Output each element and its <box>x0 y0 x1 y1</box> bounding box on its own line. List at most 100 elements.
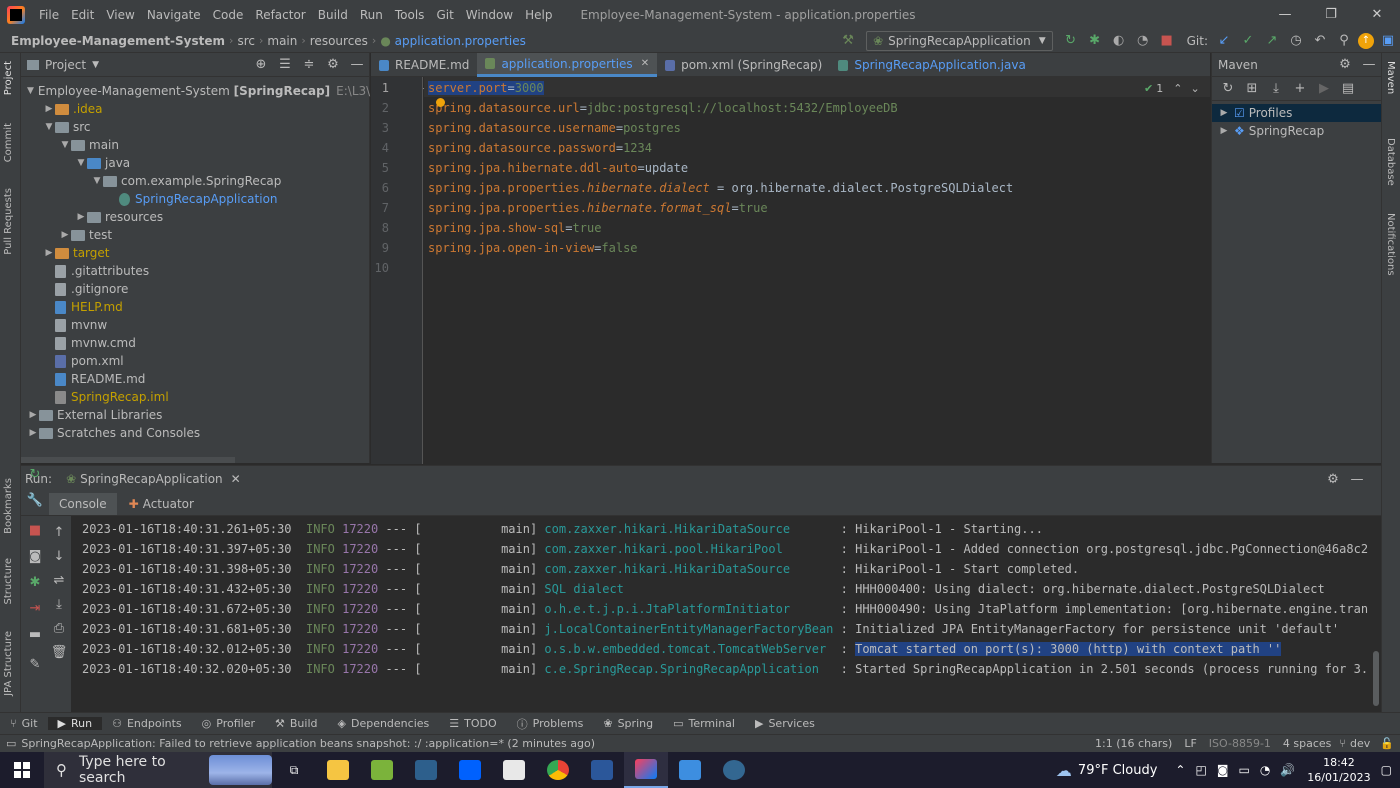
tree-item[interactable]: ▼ java <box>21 154 369 172</box>
lock-icon[interactable]: 🔓 <box>1380 737 1394 750</box>
tree-item[interactable]: SpringRecapApplication <box>21 190 369 208</box>
scroll-end-icon[interactable]: ⤓ <box>49 594 69 614</box>
tree-item[interactable]: ▶ Scratches and Consoles <box>21 424 369 442</box>
hide-icon[interactable]: — <box>1347 469 1367 489</box>
stop-icon[interactable]: ■ <box>25 520 45 540</box>
notifications-tool-label[interactable]: Notifications <box>1385 213 1396 276</box>
actuator-tab[interactable]: Actuator <box>143 497 194 511</box>
close-icon[interactable]: ✕ <box>641 58 649 69</box>
camera-icon[interactable]: ◙ <box>25 546 45 566</box>
tool-tab-git[interactable]: ⑂ Git <box>0 717 48 730</box>
tool-tab-dependencies[interactable]: ◈ Dependencies <box>328 717 440 730</box>
pin-icon[interactable]: ✎ <box>25 654 45 674</box>
log-line[interactable]: 2023-01-16T18:40:32.012+05:30 INFO 17220… <box>82 642 1282 656</box>
profile-icon[interactable]: ◔ <box>1133 31 1153 51</box>
volume-icon[interactable]: 🔊 <box>1280 763 1295 777</box>
code-line[interactable]: spring.jpa.hibernate.ddl-auto=update <box>428 161 688 175</box>
line-separator[interactable]: LF <box>1184 737 1196 750</box>
postgresql-icon[interactable] <box>712 752 756 788</box>
chevron-up-icon[interactable]: ⌃ <box>1173 82 1182 95</box>
inspection-widget[interactable]: ✔ 1 ⌃ ⌄ <box>1144 82 1200 95</box>
rollback-icon[interactable]: ↶ <box>1310 31 1330 51</box>
code-line[interactable]: spring.datasource.url=jdbc:postgresql://… <box>428 101 898 115</box>
caret-position[interactable]: 1:1 (16 chars) <box>1095 737 1172 750</box>
tool-tab-services[interactable]: ▶ Services <box>745 717 825 730</box>
close-icon[interactable]: ✕ <box>231 472 241 486</box>
tree-item[interactable]: mvnw.cmd <box>21 334 369 352</box>
git-commit-icon[interactable]: ✓ <box>1238 31 1258 51</box>
tree-item[interactable]: ▶ target <box>21 244 369 262</box>
camera-icon[interactable]: ◙ <box>1217 763 1229 777</box>
console-scrollbar[interactable] <box>1373 651 1379 706</box>
tree-item[interactable]: SpringRecap.iml <box>21 388 369 406</box>
chevron-down-icon[interactable]: ▼ <box>27 86 34 96</box>
expand-all-icon[interactable]: ☰ <box>275 55 295 75</box>
photos-icon[interactable] <box>668 752 712 788</box>
hammer-icon[interactable]: ⚒ <box>838 31 858 51</box>
tree-item[interactable]: pom.xml <box>21 352 369 370</box>
taskbar-search[interactable]: ⚲ Type here to search <box>44 752 272 788</box>
menu-navigate[interactable]: Navigate <box>141 8 207 22</box>
code-line[interactable]: spring.datasource.username=postgres <box>428 121 681 135</box>
menu-window[interactable]: Window <box>460 8 519 22</box>
soft-wrap-icon[interactable]: ⇌ <box>49 570 69 590</box>
coverage-icon[interactable]: ◐ <box>1109 31 1129 51</box>
chevron-right-icon[interactable]: ▶ <box>27 410 39 420</box>
menu-file[interactable]: File <box>33 8 65 22</box>
scroll-up-icon[interactable]: ↑ <box>49 522 69 542</box>
log-line[interactable]: 2023-01-16T18:40:31.432+05:30 INFO 17220… <box>82 582 1325 596</box>
intellij-logo-icon[interactable] <box>7 5 25 24</box>
collapse-all-icon[interactable]: ≑ <box>299 55 319 75</box>
plus-icon[interactable]: + <box>1290 79 1310 99</box>
menu-view[interactable]: View <box>100 8 140 22</box>
search-icon[interactable]: ⚲ <box>1334 31 1354 51</box>
add-folder-icon[interactable]: ⊞ <box>1242 79 1262 99</box>
chevron-down-icon[interactable]: ▼ <box>92 60 99 70</box>
code-editor[interactable]: ✔ 1 ⌃ ⌄ server.port=3000 spring.datasourc… <box>424 77 1210 464</box>
tree-item[interactable]: ▼ com.example.SpringRecap <box>21 172 369 190</box>
chevron-down-icon[interactable]: ▼ <box>43 122 55 132</box>
tool-tab-terminal[interactable]: ▭ Terminal <box>663 717 745 730</box>
amazon-icon[interactable] <box>492 752 536 788</box>
tree-item[interactable]: mvnw <box>21 316 369 334</box>
code-line[interactable]: spring.jpa.open-in-view=false <box>428 241 638 255</box>
dropbox-icon[interactable] <box>448 752 492 788</box>
history-icon[interactable]: ◷ <box>1286 31 1306 51</box>
log-line[interactable]: 2023-01-16T18:40:31.397+05:30 INFO 17220… <box>82 542 1368 556</box>
lightbulb-icon[interactable] <box>436 98 445 107</box>
tree-item[interactable]: ▶ External Libraries <box>21 406 369 424</box>
chrome-icon[interactable] <box>536 752 580 788</box>
tab-pom-xml-springrecap-[interactable]: pom.xml (SpringRecap) <box>657 53 830 77</box>
windows-start-icon[interactable] <box>0 752 44 788</box>
tree-item[interactable]: .gitignore <box>21 280 369 298</box>
chevron-right-icon[interactable]: ▶ <box>27 428 39 438</box>
pull-requests-tool-label[interactable]: Pull Requests <box>3 188 14 255</box>
chevron-right-icon[interactable]: ▶ <box>43 248 55 258</box>
code-with-me-icon[interactable]: ▣ <box>1378 31 1398 51</box>
tab-readme-md[interactable]: README.md <box>371 53 477 77</box>
code-line[interactable]: spring.datasource.password=1234 <box>428 141 652 155</box>
restore-icon[interactable]: ❐ <box>1308 0 1354 29</box>
git-branch[interactable]: dev <box>1350 737 1370 750</box>
chevron-down-icon[interactable]: ⌄ <box>1190 82 1199 95</box>
word-icon[interactable] <box>580 752 624 788</box>
chevron-down-icon[interactable]: ▼ <box>59 140 71 150</box>
horizontal-scrollbar[interactable] <box>21 457 235 463</box>
log-line[interactable]: 2023-01-16T18:40:31.681+05:30 INFO 17220… <box>82 622 1339 636</box>
menu-help[interactable]: Help <box>519 8 558 22</box>
notification-center-icon[interactable]: ▢ <box>1381 763 1392 777</box>
log-line[interactable]: 2023-01-16T18:40:31.261+05:30 INFO 17220… <box>82 522 1043 536</box>
commit-tool-label[interactable]: Commit <box>3 123 14 162</box>
gear-icon[interactable]: ⚙ <box>323 55 343 75</box>
tool-tab-endpoints[interactable]: ⚇ Endpoints <box>102 717 192 730</box>
tree-item[interactable]: ▶ .idea <box>21 100 369 118</box>
scroll-down-icon[interactable]: ↓ <box>49 546 69 566</box>
maven-item-profiles[interactable]: ▶ ☑ Profiles <box>1212 104 1381 122</box>
run-configuration-select[interactable]: ❀ SpringRecapApplication ▼ <box>866 30 1053 51</box>
log-line[interactable]: 2023-01-16T18:40:32.020+05:30 INFO 17220… <box>82 662 1368 676</box>
breadcrumb-file[interactable]: ● application.properties <box>376 34 530 48</box>
weather-text[interactable]: 79°F Cloudy <box>1078 763 1157 778</box>
gear-icon[interactable]: ⚙ <box>1335 55 1355 75</box>
battery-icon[interactable]: ▭ <box>1238 763 1249 777</box>
file-explorer-icon[interactable] <box>316 752 360 788</box>
